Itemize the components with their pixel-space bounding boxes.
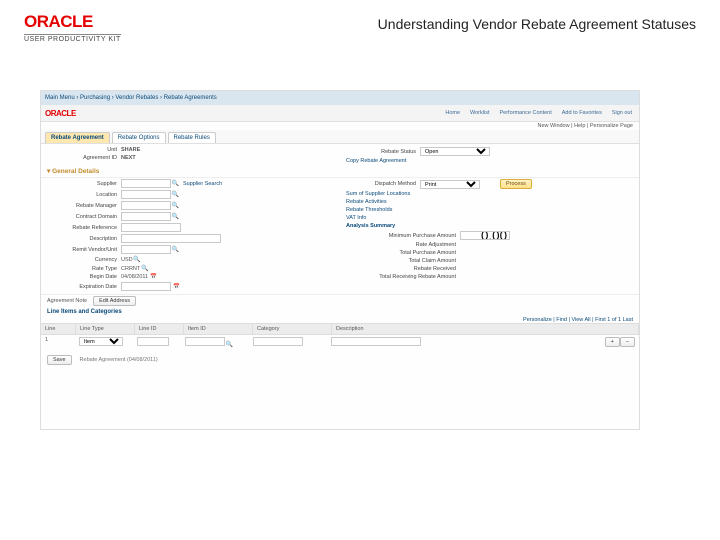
delete-row-button[interactable]: − [620, 337, 635, 347]
contact-label: Contract Domain [47, 214, 117, 220]
app-logo: ORACLE [45, 109, 76, 118]
cell-desc-input[interactable] [331, 337, 421, 346]
currency-label: Currency [47, 257, 117, 263]
unit-value: SHARE [121, 147, 140, 153]
rate-adj-label: Rate Adjustment [346, 242, 456, 248]
tot-rebate-label: Total Receiving Rebate Amount [346, 274, 456, 280]
location-input[interactable] [121, 190, 171, 199]
search-icon[interactable]: 🔍 [172, 191, 179, 198]
rebate-ref-input[interactable] [121, 223, 181, 232]
cell-item-id-input[interactable] [185, 337, 225, 346]
agreement-id-label: Agreement ID [47, 155, 117, 161]
description-label: Description [47, 236, 117, 242]
edit-address-button[interactable]: Edit Address [93, 296, 136, 306]
rate-type-label: Rate Type [47, 266, 117, 272]
currency-value: USD [121, 257, 133, 263]
dispatch-label: Dispatch Method [346, 181, 416, 187]
save-button[interactable]: Save [47, 355, 72, 365]
tot-purch-label: Total Purchase Amount [346, 250, 456, 256]
rebate-rec-label: Rebate Received [346, 266, 456, 272]
oracle-logo-block: ORACLE USER PRODUCTIVITY KIT [24, 12, 121, 43]
agreement-id-value: NEXT [121, 155, 136, 161]
agreement-note-label: Agreement Note [47, 298, 87, 304]
nav-home[interactable]: Home [442, 109, 463, 117]
col-desc: Description [332, 324, 639, 334]
nav-fav[interactable]: Add to Favorites [559, 109, 605, 117]
search-icon[interactable]: 🔍 [172, 213, 179, 220]
tab-rebate-options[interactable]: Rebate Options [112, 132, 166, 143]
dispatch-select[interactable]: Print [420, 180, 480, 189]
nav-signout[interactable]: Sign out [609, 109, 635, 117]
col-category: Category [253, 324, 332, 334]
general-details-header: ▾ General Details [41, 165, 639, 178]
copy-agreement-link[interactable]: Copy Rebate Agreement [346, 158, 406, 164]
page-title: Understanding Vendor Rebate Agreement St… [378, 12, 696, 32]
calendar-icon[interactable]: 📅 [150, 274, 157, 280]
description-input[interactable] [121, 234, 221, 243]
cell-line-id-input[interactable] [137, 337, 169, 346]
upk-subtitle: USER PRODUCTIVITY KIT [24, 34, 121, 43]
rebate-ref-label: Rebate Reference [47, 225, 117, 231]
expire-date-input[interactable] [121, 282, 171, 291]
global-nav: ORACLE Home Worklist Performance Content… [41, 105, 639, 122]
app-screenshot: Main Menu › Purchasing › Vendor Rebates … [40, 90, 640, 430]
sum-suppliers-link[interactable]: Sum of Supplier Locations [346, 191, 410, 197]
nav-perf[interactable]: Performance Content [496, 109, 554, 117]
search-icon[interactable]: 🔍 [134, 256, 141, 263]
tot-claim-label: Total Claim Amount [346, 258, 456, 264]
search-icon[interactable]: 🔍 [172, 246, 179, 253]
tab-rebate-rules[interactable]: Rebate Rules [168, 132, 216, 143]
footer-info: Rebate Agreement (04/08/2011) [80, 357, 158, 363]
col-line: Line [41, 324, 76, 334]
line-items-header: Line Items and Categories [41, 307, 639, 317]
process-button[interactable]: Process [500, 179, 532, 189]
cell-type-select[interactable]: Item [79, 337, 123, 346]
col-line-id: Line ID [135, 324, 184, 334]
vat-info-link[interactable]: VAT Info [346, 215, 366, 221]
cell-line: 1 [41, 335, 75, 350]
table-row: 1 Item 🔍 +− [41, 335, 639, 350]
rebate-activities-link[interactable]: Rebate Activities [346, 199, 387, 205]
cell-category-input[interactable] [253, 337, 303, 346]
remit-input[interactable] [121, 245, 171, 254]
page-tabs: Rebate Agreement Rebate Options Rebate R… [41, 130, 639, 144]
search-icon[interactable]: 🔍 [172, 180, 179, 187]
supplier-search-link[interactable]: Supplier Search [183, 181, 222, 187]
analysis-summary-header: Analysis Summary [346, 223, 395, 229]
supplier-label: Supplier [47, 181, 117, 187]
rebate-thresholds-link[interactable]: Rebate Thresholds [346, 207, 392, 213]
supplier-input[interactable] [121, 179, 171, 188]
remit-label: Remit Vendor/Unit [47, 247, 117, 253]
rebate-mgr-input[interactable] [121, 201, 171, 210]
col-type: Line Type [76, 324, 135, 334]
col-item-id: Item ID [184, 324, 253, 334]
unit-label: Unit [47, 147, 117, 153]
search-icon[interactable]: 🔍 [226, 341, 233, 348]
min-amt-label: Minimum Purchase Amount [346, 233, 456, 239]
status-label: Rebate Status [346, 149, 416, 155]
location-label: Location [47, 192, 117, 198]
search-icon[interactable]: 🔍 [172, 202, 179, 209]
expire-date-label: Expiration Date [47, 284, 117, 290]
status-select[interactable]: Open [420, 147, 490, 156]
tab-rebate-agreement[interactable]: Rebate Agreement [45, 132, 110, 143]
min-amt-input[interactable] [460, 231, 510, 240]
rebate-mgr-label: Rebate Manager [47, 203, 117, 209]
search-icon[interactable]: 🔍 [141, 265, 148, 272]
page-utility-links[interactable]: New Window | Help | Personalize Page [41, 122, 639, 130]
calendar-icon[interactable]: 📅 [173, 284, 180, 290]
breadcrumb[interactable]: Main Menu › Purchasing › Vendor Rebates … [41, 91, 639, 105]
begin-date-value: 04/08/2011 [121, 274, 148, 280]
nav-worklist[interactable]: Worklist [467, 109, 492, 117]
rate-type-value: CRRNT [121, 266, 140, 272]
begin-date-label: Begin Date [47, 274, 117, 280]
line-table-header: Line Line Type Line ID Item ID Category … [41, 323, 639, 335]
contact-input[interactable] [121, 212, 171, 221]
oracle-logo: ORACLE [24, 12, 93, 32]
add-row-button[interactable]: + [605, 337, 620, 347]
